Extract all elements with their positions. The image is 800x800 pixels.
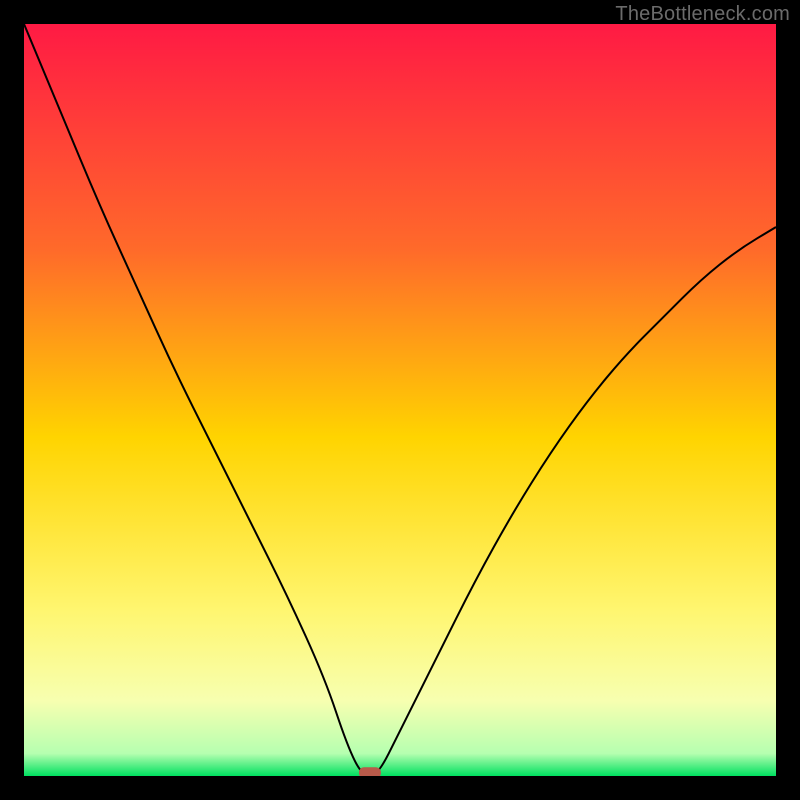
min-point-marker bbox=[359, 767, 381, 776]
bottleneck-chart bbox=[24, 24, 776, 776]
plot-area bbox=[24, 24, 776, 776]
chart-frame: TheBottleneck.com bbox=[0, 0, 800, 800]
watermark-text: TheBottleneck.com bbox=[615, 3, 790, 26]
gradient-background bbox=[24, 24, 776, 776]
